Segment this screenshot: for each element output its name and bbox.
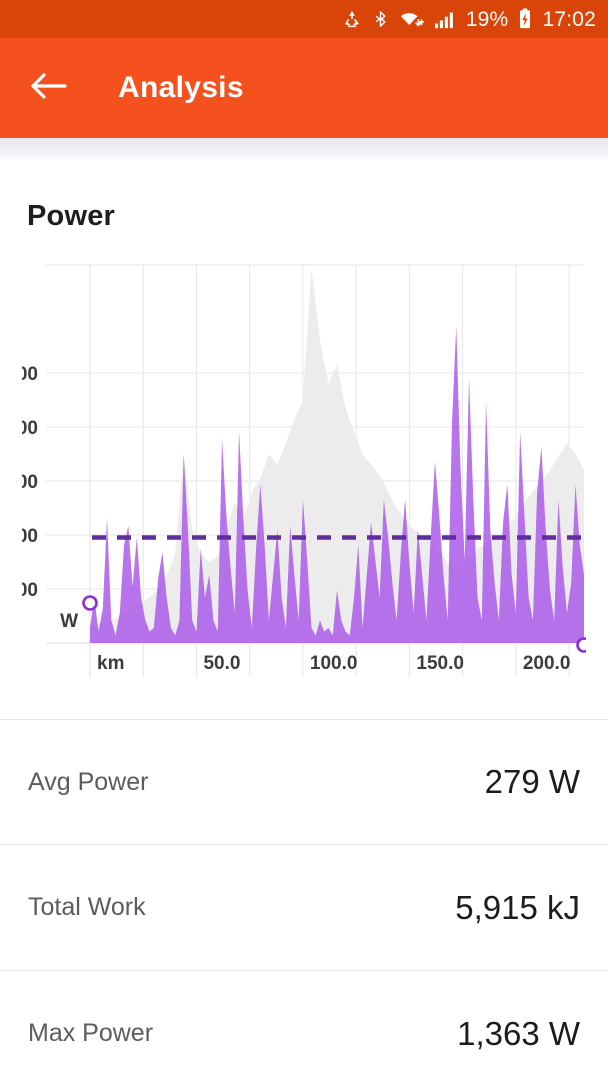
stat-label: Total Work	[28, 893, 146, 922]
power-card: Power 2004006008001,00050.0100.0150.0200…	[0, 160, 608, 1080]
clock-label: 17:02	[542, 9, 596, 30]
bluetooth-icon	[372, 8, 389, 30]
content-divider-band	[0, 138, 608, 160]
stat-row-max-power[interactable]: Max Power 1,363 W	[0, 971, 608, 1080]
x-axis-unit-label: km	[97, 653, 124, 674]
wifi-icon	[398, 8, 424, 30]
power-chart[interactable]: 200 400 600 800 1,000 50.0 100.0 150.0 200.0 km W	[22, 257, 586, 677]
stat-label: Max Power	[28, 1019, 153, 1048]
stats-list: Avg Power 279 W Total Work 5,915 kJ Max …	[0, 719, 608, 1080]
selection-handle-left	[84, 597, 97, 610]
status-bar: 19% 17:02	[0, 0, 608, 38]
battery-charging-icon	[517, 8, 533, 30]
x-axis-tick-label: 200.0	[523, 653, 571, 674]
stat-label: Avg Power	[28, 768, 148, 797]
x-axis-tick-label: 100.0	[310, 653, 358, 674]
data-saver-icon	[341, 8, 363, 30]
y-axis-unit-label: W	[60, 611, 78, 632]
back-arrow-icon	[29, 70, 67, 107]
signal-bars-icon	[433, 8, 457, 30]
app-bar: Analysis	[0, 38, 608, 138]
page-title: Analysis	[118, 71, 244, 105]
section-title: Power	[0, 160, 608, 233]
x-axis-tick-label: 50.0	[203, 653, 240, 674]
battery-percent-label: 19%	[466, 9, 509, 30]
selection-handle-right	[578, 639, 587, 652]
y-axis-tick-label: 800	[22, 418, 38, 439]
stat-value: 1,363 W	[457, 1015, 580, 1053]
stat-row-avg-power[interactable]: Avg Power 279 W	[0, 719, 608, 845]
y-axis-tick-label: 200	[22, 580, 38, 601]
y-axis-tick-label: 400	[22, 526, 38, 547]
x-axis-tick-label: 150.0	[416, 653, 464, 674]
stat-value: 279 W	[485, 763, 580, 801]
stat-value: 5,915 kJ	[455, 889, 580, 927]
y-axis-tick-label: 600	[22, 472, 38, 493]
stat-row-total-work[interactable]: Total Work 5,915 kJ	[0, 845, 608, 971]
y-axis-tick-label: 1,000	[22, 364, 38, 385]
power-chart-svg[interactable]: 200 400 600 800 1,000 50.0 100.0 150.0 200.0 km W	[22, 257, 586, 677]
back-button[interactable]	[26, 66, 70, 110]
